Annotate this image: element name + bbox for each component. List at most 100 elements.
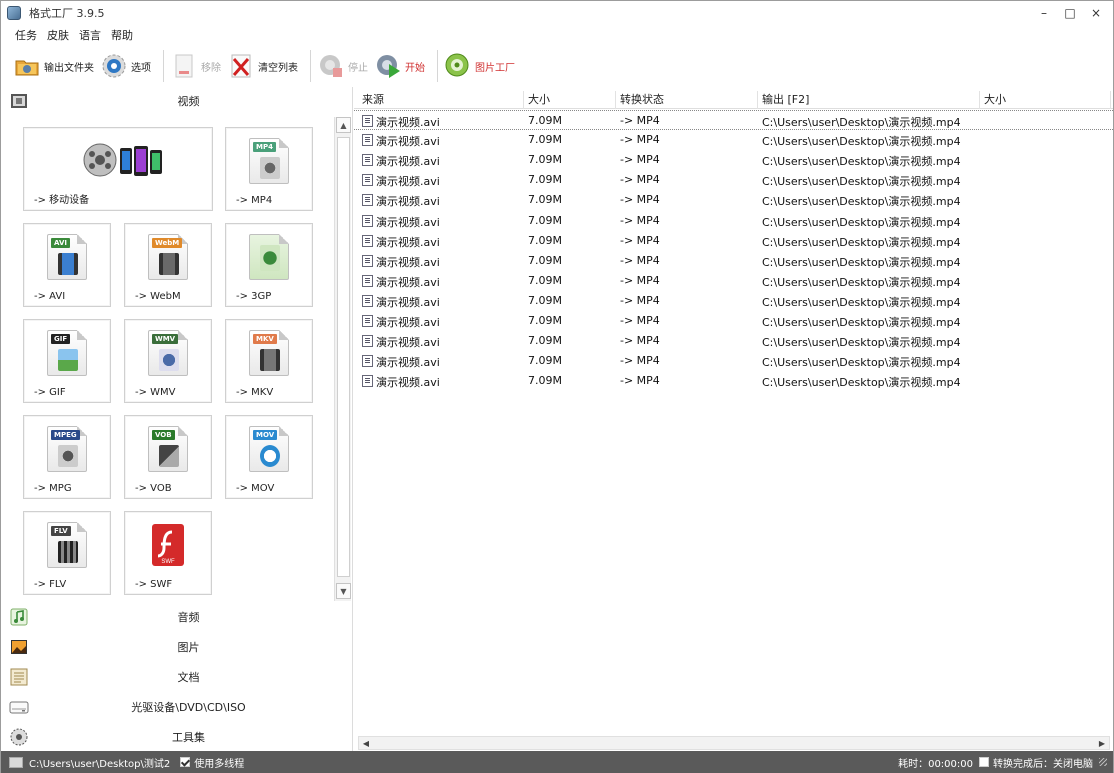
table-row[interactable]: 演示视频.avi 7.09M -> MP4 C:\Users\user\Desktop…	[354, 130, 1113, 150]
start-button[interactable]: 开始	[374, 49, 425, 83]
tile-mov[interactable]: MOV -> MOV	[225, 415, 313, 499]
table-row[interactable]: 演示视频.avi 7.09M -> MP4 C:\Users\user\Desktop…	[354, 170, 1113, 190]
menu-language[interactable]: 语言	[79, 27, 101, 43]
picture-factory-icon	[444, 52, 472, 80]
resize-grip[interactable]	[1099, 758, 1107, 766]
tile-mpg[interactable]: MPEG -> MPG	[23, 415, 111, 499]
column-size[interactable]: 大小	[524, 91, 616, 109]
multithread-label: 使用多线程	[194, 758, 245, 770]
category-audio[interactable]: 音频	[1, 603, 353, 631]
table-row[interactable]: 演示视频.avi 7.09M -> MP4 C:\Users\user\Desktop…	[354, 371, 1113, 391]
tile-mkv[interactable]: MKV -> MKV	[225, 319, 313, 403]
column-status[interactable]: 转换状态	[616, 91, 758, 109]
vob-file-icon: VOB	[148, 426, 188, 472]
toolbar: 输出文件夹 选项 移除 清空列表 停止 开始 图片工厂	[1, 45, 1113, 87]
cell-output: C:\Users\user\Desktop\演示视频.mp4	[762, 135, 961, 149]
cell-status: -> MP4	[620, 133, 660, 147]
table-row[interactable]: 演示视频.avi 7.09M -> MP4 C:\Users\user\Desktop…	[354, 291, 1113, 311]
mkv-file-icon: MKV	[249, 330, 289, 376]
table-row[interactable]: 演示视频.avi 7.09M -> MP4 C:\Users\user\Desktop…	[354, 231, 1113, 251]
options-button[interactable]: 选项	[100, 49, 151, 83]
tile-mp4[interactable]: MP4 -> MP4	[225, 127, 313, 211]
tile-avi[interactable]: AVI -> AVI	[23, 223, 111, 307]
cell-size: 7.09M	[528, 354, 562, 368]
cell-status: -> MP4	[620, 173, 660, 187]
scroll-down-arrow[interactable]: ▼	[336, 583, 351, 599]
cell-status: -> MP4	[620, 253, 660, 267]
table-row[interactable]: 演示视频.avi 7.09M -> MP4 C:\Users\user\Desktop…	[354, 271, 1113, 291]
menu-help[interactable]: 帮助	[111, 27, 133, 43]
cell-size: 7.09M	[528, 213, 562, 227]
tile-webm[interactable]: WebM -> WebM	[124, 223, 212, 307]
close-button[interactable]: ×	[1083, 1, 1109, 25]
menu-task[interactable]: 任务	[15, 27, 37, 43]
cell-status: -> MP4	[620, 354, 660, 368]
tile-mobile-device[interactable]: -> 移动设备	[23, 127, 213, 211]
cell-source: 演示视频.avi	[376, 155, 440, 169]
output-folder-button[interactable]: 输出文件夹	[13, 49, 94, 83]
stop-button[interactable]: 停止	[317, 49, 368, 83]
video-file-icon	[362, 335, 373, 348]
table-row[interactable]: 演示视频.avi 7.09M -> MP4 C:\Users\user\Desktop…	[354, 190, 1113, 210]
video-file-icon	[362, 154, 373, 167]
video-file-icon	[362, 254, 373, 267]
tile-gif[interactable]: GIF -> GIF	[23, 319, 111, 403]
scroll-up-arrow[interactable]: ▲	[336, 117, 351, 133]
tile-vob[interactable]: VOB -> VOB	[124, 415, 212, 499]
tile-swf[interactable]: SWF -> SWF	[124, 511, 212, 595]
tile-label: -> SWF	[135, 579, 173, 590]
list-header: 来源 大小 转换状态 输出 [F2] 大小	[354, 89, 1113, 109]
column-source[interactable]: 来源	[358, 91, 524, 109]
table-row[interactable]: 演示视频.avi 7.09M -> MP4 C:\Users\user\Desktop…	[354, 331, 1113, 351]
table-row[interactable]: 演示视频.avi 7.09M -> MP4 C:\Users\user\Desktop…	[354, 311, 1113, 331]
after-done-checkbox[interactable]	[979, 757, 989, 767]
video-file-icon	[362, 234, 373, 247]
column-output-size[interactable]: 大小	[980, 91, 1111, 109]
category-document[interactable]: 文档	[1, 663, 353, 691]
scroll-left-arrow[interactable]: ◀	[359, 737, 373, 749]
table-row[interactable]: 演示视频.avi 7.09M -> MP4 C:\Users\user\Desktop…	[354, 211, 1113, 231]
table-row[interactable]: 演示视频.avi 7.09M -> MP4 C:\Users\user\Desktop…	[354, 251, 1113, 271]
video-file-icon	[362, 214, 373, 227]
cell-status: -> MP4	[620, 193, 660, 207]
output-path[interactable]: C:\Users\user\Desktop\测试2	[29, 755, 170, 770]
start-icon	[374, 52, 402, 80]
remove-button[interactable]: 移除	[170, 49, 221, 83]
cell-output: C:\Users\user\Desktop\演示视频.mp4	[762, 376, 961, 390]
multithread-checkbox[interactable]	[180, 757, 191, 767]
table-row[interactable]: 演示视频.avi 7.09M -> MP4 C:\Users\user\Desktop…	[354, 110, 1113, 130]
cell-status: -> MP4	[620, 314, 660, 327]
list-hscrollbar[interactable]: ◀ ▶	[358, 736, 1110, 750]
tile-3gp[interactable]: -> 3GP	[225, 223, 313, 307]
swf-flash-icon: SWF	[148, 522, 188, 568]
clear-list-button[interactable]: 清空列表	[227, 49, 298, 83]
minimize-button[interactable]: –	[1031, 1, 1057, 25]
tile-wmv[interactable]: WMV -> WMV	[124, 319, 212, 403]
menu-skin[interactable]: 皮肤	[47, 27, 69, 43]
tile-flv[interactable]: FLV -> FLV	[23, 511, 111, 595]
cell-source: 演示视频.avi	[376, 336, 440, 350]
scroll-right-arrow[interactable]: ▶	[1095, 737, 1109, 749]
cell-status: -> MP4	[620, 273, 660, 287]
picture-factory-button[interactable]: 图片工厂	[444, 49, 515, 83]
cell-size: 7.09M	[528, 293, 562, 307]
cell-source: 演示视频.avi	[376, 255, 440, 269]
cell-size: 7.09M	[528, 233, 562, 247]
video-file-icon	[362, 355, 373, 368]
maximize-button[interactable]: □	[1057, 1, 1083, 25]
menu-bar: 任务 皮肤 语言 帮助	[1, 25, 143, 45]
cell-source: 演示视频.avi	[376, 195, 440, 209]
category-tools[interactable]: 工具集	[1, 723, 353, 751]
category-video[interactable]: 视频	[1, 87, 353, 115]
column-output[interactable]: 输出 [F2]	[758, 91, 980, 109]
cell-size: 7.09M	[528, 173, 562, 187]
table-row[interactable]: 演示视频.avi 7.09M -> MP4 C:\Users\user\Desktop…	[354, 150, 1113, 170]
category-picture[interactable]: 图片	[1, 633, 353, 661]
table-row[interactable]: 演示视频.avi 7.09M -> MP4 C:\Users\user\Desktop…	[354, 351, 1113, 371]
category-scrollbar[interactable]: ▲ ▼	[334, 117, 351, 601]
3gp-file-icon	[249, 234, 289, 280]
folder-icon[interactable]	[9, 756, 23, 768]
scroll-thumb[interactable]	[337, 137, 350, 577]
category-disc[interactable]: 光驱设备\DVD\CD\ISO	[1, 693, 353, 721]
cell-source: 演示视频.avi	[376, 295, 440, 309]
